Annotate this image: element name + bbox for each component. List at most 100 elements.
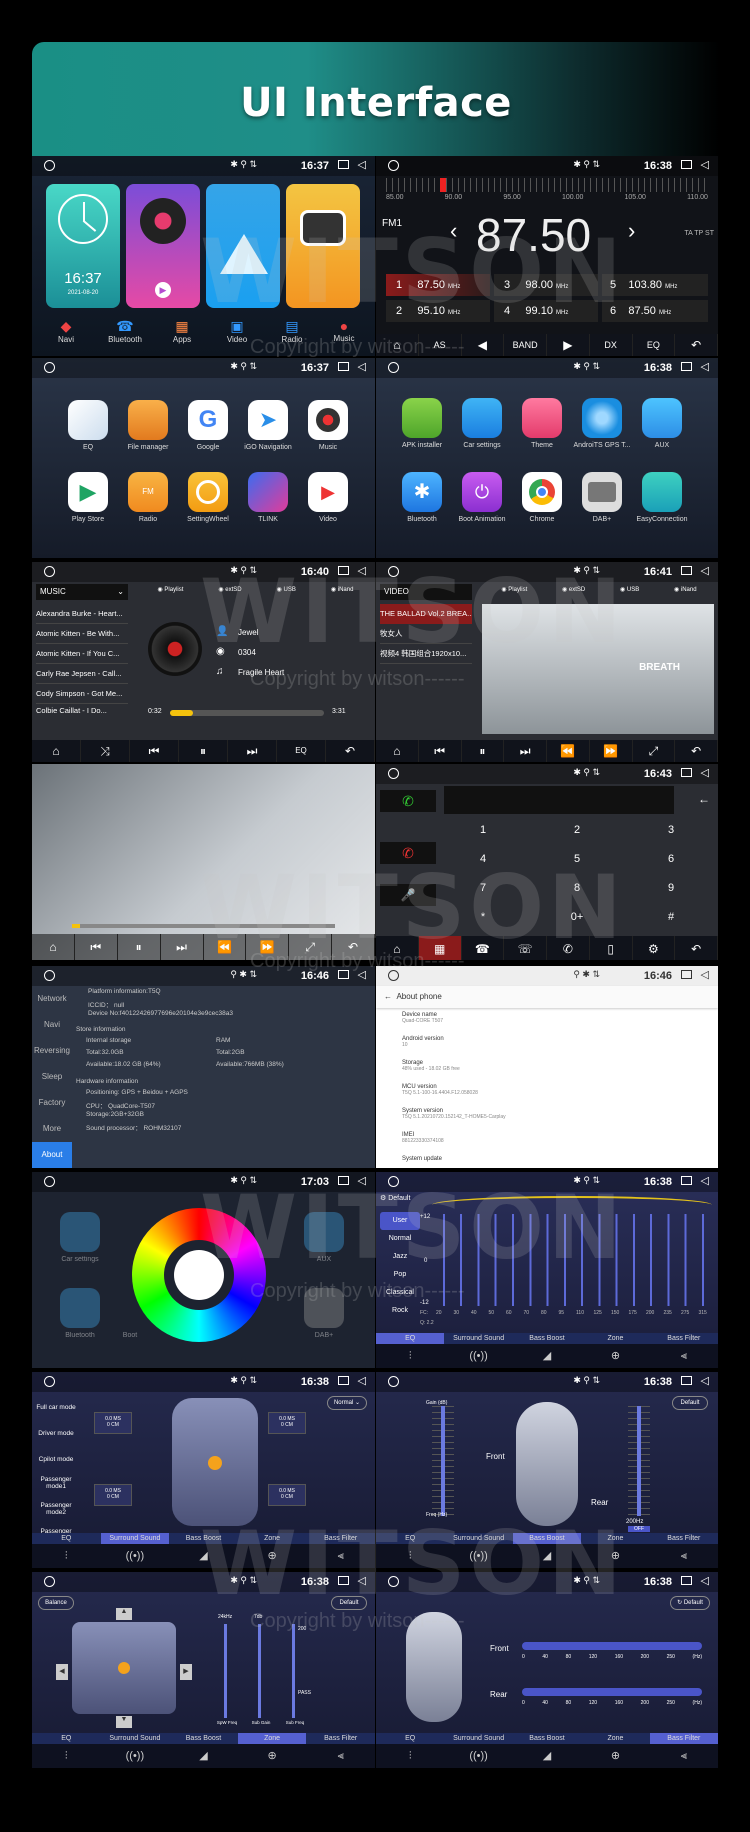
recent-icon[interactable] bbox=[338, 1176, 349, 1185]
chrome-icon[interactable] bbox=[522, 472, 562, 512]
tlink-icon[interactable] bbox=[248, 472, 288, 512]
tab-inand[interactable]: ◉ iNand bbox=[331, 586, 354, 593]
home-icon[interactable] bbox=[44, 1176, 55, 1187]
filter-icon[interactable]: ⫷ bbox=[306, 1744, 375, 1768]
back-icon[interactable]: ◁ bbox=[358, 1374, 366, 1387]
mode-rock[interactable]: Rock bbox=[380, 1302, 420, 1320]
list-item[interactable]: System update bbox=[402, 1156, 712, 1168]
eq-app-icon[interactable] bbox=[68, 400, 108, 440]
rear-filter-slider[interactable] bbox=[522, 1688, 702, 1696]
tab-zone[interactable]: Zone bbox=[238, 1533, 307, 1544]
balance-left-button[interactable]: ◀ bbox=[56, 1664, 68, 1680]
rewind-button[interactable]: ⏪ bbox=[547, 740, 590, 762]
list-item[interactable]: 视频4 韩国组合1920x10... bbox=[380, 644, 472, 664]
tab-bass-filter[interactable]: Bass Filter bbox=[306, 1533, 375, 1544]
surround-icon[interactable]: ((•)) bbox=[101, 1544, 170, 1568]
key[interactable]: 0+ bbox=[530, 903, 624, 932]
key[interactable]: 9 bbox=[624, 874, 718, 903]
eq-icon[interactable]: ⫶ bbox=[376, 1544, 444, 1568]
home-button[interactable]: ⌂ bbox=[32, 934, 75, 960]
key[interactable]: 8 bbox=[530, 874, 624, 903]
mode-jazz[interactable]: Jazz bbox=[380, 1248, 420, 1266]
gps-test-icon[interactable] bbox=[582, 398, 622, 438]
filter-icon[interactable]: ⫷ bbox=[650, 1544, 718, 1568]
back-icon[interactable]: ◁ bbox=[358, 968, 366, 981]
surround-icon[interactable]: ((•)) bbox=[444, 1344, 512, 1368]
back-icon[interactable]: ◁ bbox=[701, 564, 709, 577]
recent-icon[interactable] bbox=[681, 768, 692, 777]
prev-button[interactable]: ⏮ bbox=[419, 740, 462, 762]
home-icon[interactable] bbox=[388, 970, 399, 981]
tab-bass-filter[interactable]: Bass Filter bbox=[306, 1733, 375, 1744]
prev-button[interactable]: ⏮ bbox=[75, 934, 118, 960]
back-button[interactable]: ↶ bbox=[332, 934, 375, 960]
aux-icon[interactable] bbox=[642, 398, 682, 438]
video-app-icon[interactable]: ▶ bbox=[308, 472, 348, 512]
off-state[interactable]: OFF bbox=[628, 1526, 650, 1532]
home-icon[interactable] bbox=[44, 1576, 55, 1587]
preset-dropdown[interactable]: ⚙ Default bbox=[380, 1194, 410, 1202]
preset-dropdown[interactable]: Normal ⌄ bbox=[327, 1396, 367, 1410]
preset-button[interactable]: Default bbox=[672, 1396, 708, 1410]
menu-reversing[interactable]: Reversing bbox=[32, 1038, 72, 1064]
home-icon[interactable] bbox=[388, 768, 399, 779]
home-icon[interactable] bbox=[388, 160, 399, 171]
filter-icon[interactable]: ⫷ bbox=[650, 1744, 718, 1768]
back-icon[interactable]: ◁ bbox=[358, 158, 366, 171]
spw-freq-slider[interactable] bbox=[224, 1624, 227, 1718]
home-icon[interactable] bbox=[388, 1376, 399, 1387]
balance-point[interactable] bbox=[118, 1662, 130, 1674]
next-button[interactable]: ⏭ bbox=[228, 740, 277, 762]
eq-sliders[interactable] bbox=[436, 1214, 712, 1306]
seek-next-button[interactable]: › bbox=[628, 218, 635, 244]
dock-bluetooth[interactable]: ☎ Bluetooth bbox=[100, 318, 150, 344]
tab-surround[interactable]: Surround Sound bbox=[444, 1333, 512, 1344]
fullscreen-video[interactable]: ⌂ ⏮ ⏸ ⏭ ⏪ ⏩ ⤢ ↶ bbox=[32, 764, 375, 960]
prev-button[interactable]: ⏮ bbox=[130, 740, 179, 762]
radio-app-icon[interactable]: FM bbox=[128, 472, 168, 512]
back-icon[interactable]: ◁ bbox=[358, 1174, 366, 1187]
list-item[interactable]: Colbie Caillat - I Do... bbox=[36, 704, 128, 714]
eq-button[interactable]: EQ bbox=[277, 740, 326, 762]
home-icon[interactable] bbox=[388, 362, 399, 373]
surround-icon[interactable]: ((•)) bbox=[444, 1744, 512, 1768]
forward-button[interactable]: ⏩ bbox=[246, 934, 290, 960]
tab-extsd[interactable]: ◉ extSD bbox=[562, 586, 585, 593]
surround-icon[interactable]: ((•)) bbox=[444, 1544, 512, 1568]
back-icon[interactable]: ◁ bbox=[358, 1574, 366, 1587]
tab-bass-boost[interactable]: Bass Boost bbox=[169, 1533, 238, 1544]
back-icon[interactable]: ◁ bbox=[701, 1174, 709, 1187]
tab-playlist[interactable]: ◉ Playlist bbox=[157, 586, 183, 593]
clock-widget[interactable]: 16:37 2021-08-20 bbox=[46, 184, 120, 308]
tab-bass-boost[interactable]: Bass Boost bbox=[513, 1333, 581, 1344]
play-store-icon[interactable]: ▶ bbox=[68, 472, 108, 512]
list-item[interactable]: Android version 10 bbox=[402, 1036, 712, 1060]
tab-eq[interactable]: EQ bbox=[376, 1533, 444, 1544]
color-wheel-center[interactable] bbox=[174, 1250, 224, 1300]
zone-icon[interactable]: ⊕ bbox=[581, 1544, 649, 1568]
back-icon[interactable]: ◁ bbox=[358, 564, 366, 577]
recent-icon[interactable] bbox=[338, 566, 349, 575]
recent-icon[interactable] bbox=[681, 160, 692, 169]
key[interactable]: 5 bbox=[530, 845, 624, 874]
tab-zone[interactable]: Zone bbox=[581, 1733, 649, 1744]
zone-icon[interactable]: ⊕ bbox=[581, 1744, 649, 1768]
menu-sleep[interactable]: Sleep bbox=[32, 1064, 72, 1090]
home-icon[interactable] bbox=[44, 1376, 55, 1387]
dab-icon[interactable] bbox=[582, 472, 622, 512]
tab-bass-boost[interactable]: Bass Boost bbox=[169, 1733, 238, 1744]
recent-icon[interactable] bbox=[681, 566, 692, 575]
shuffle-button[interactable]: ⤨ bbox=[81, 740, 130, 762]
pause-button[interactable]: ⏸ bbox=[462, 740, 505, 762]
prev-button[interactable]: ◀ bbox=[462, 334, 505, 356]
preset-4[interactable]: 4 99.10 MHz bbox=[494, 300, 598, 322]
back-button[interactable]: ↶ bbox=[326, 740, 375, 762]
bluetooth-icon[interactable]: ✱ bbox=[402, 472, 442, 512]
speaker-delay-rr[interactable]: 0.0 MS 0 CM bbox=[268, 1484, 306, 1506]
source-select[interactable]: MUSIC ⌄ bbox=[36, 584, 128, 600]
tab-bass-filter[interactable]: Bass Filter bbox=[650, 1333, 718, 1344]
home-icon[interactable] bbox=[44, 970, 55, 981]
tab-eq[interactable]: EQ bbox=[32, 1733, 101, 1744]
bass-icon[interactable]: ◢ bbox=[169, 1544, 238, 1568]
back-button[interactable]: ↶ bbox=[675, 936, 718, 960]
